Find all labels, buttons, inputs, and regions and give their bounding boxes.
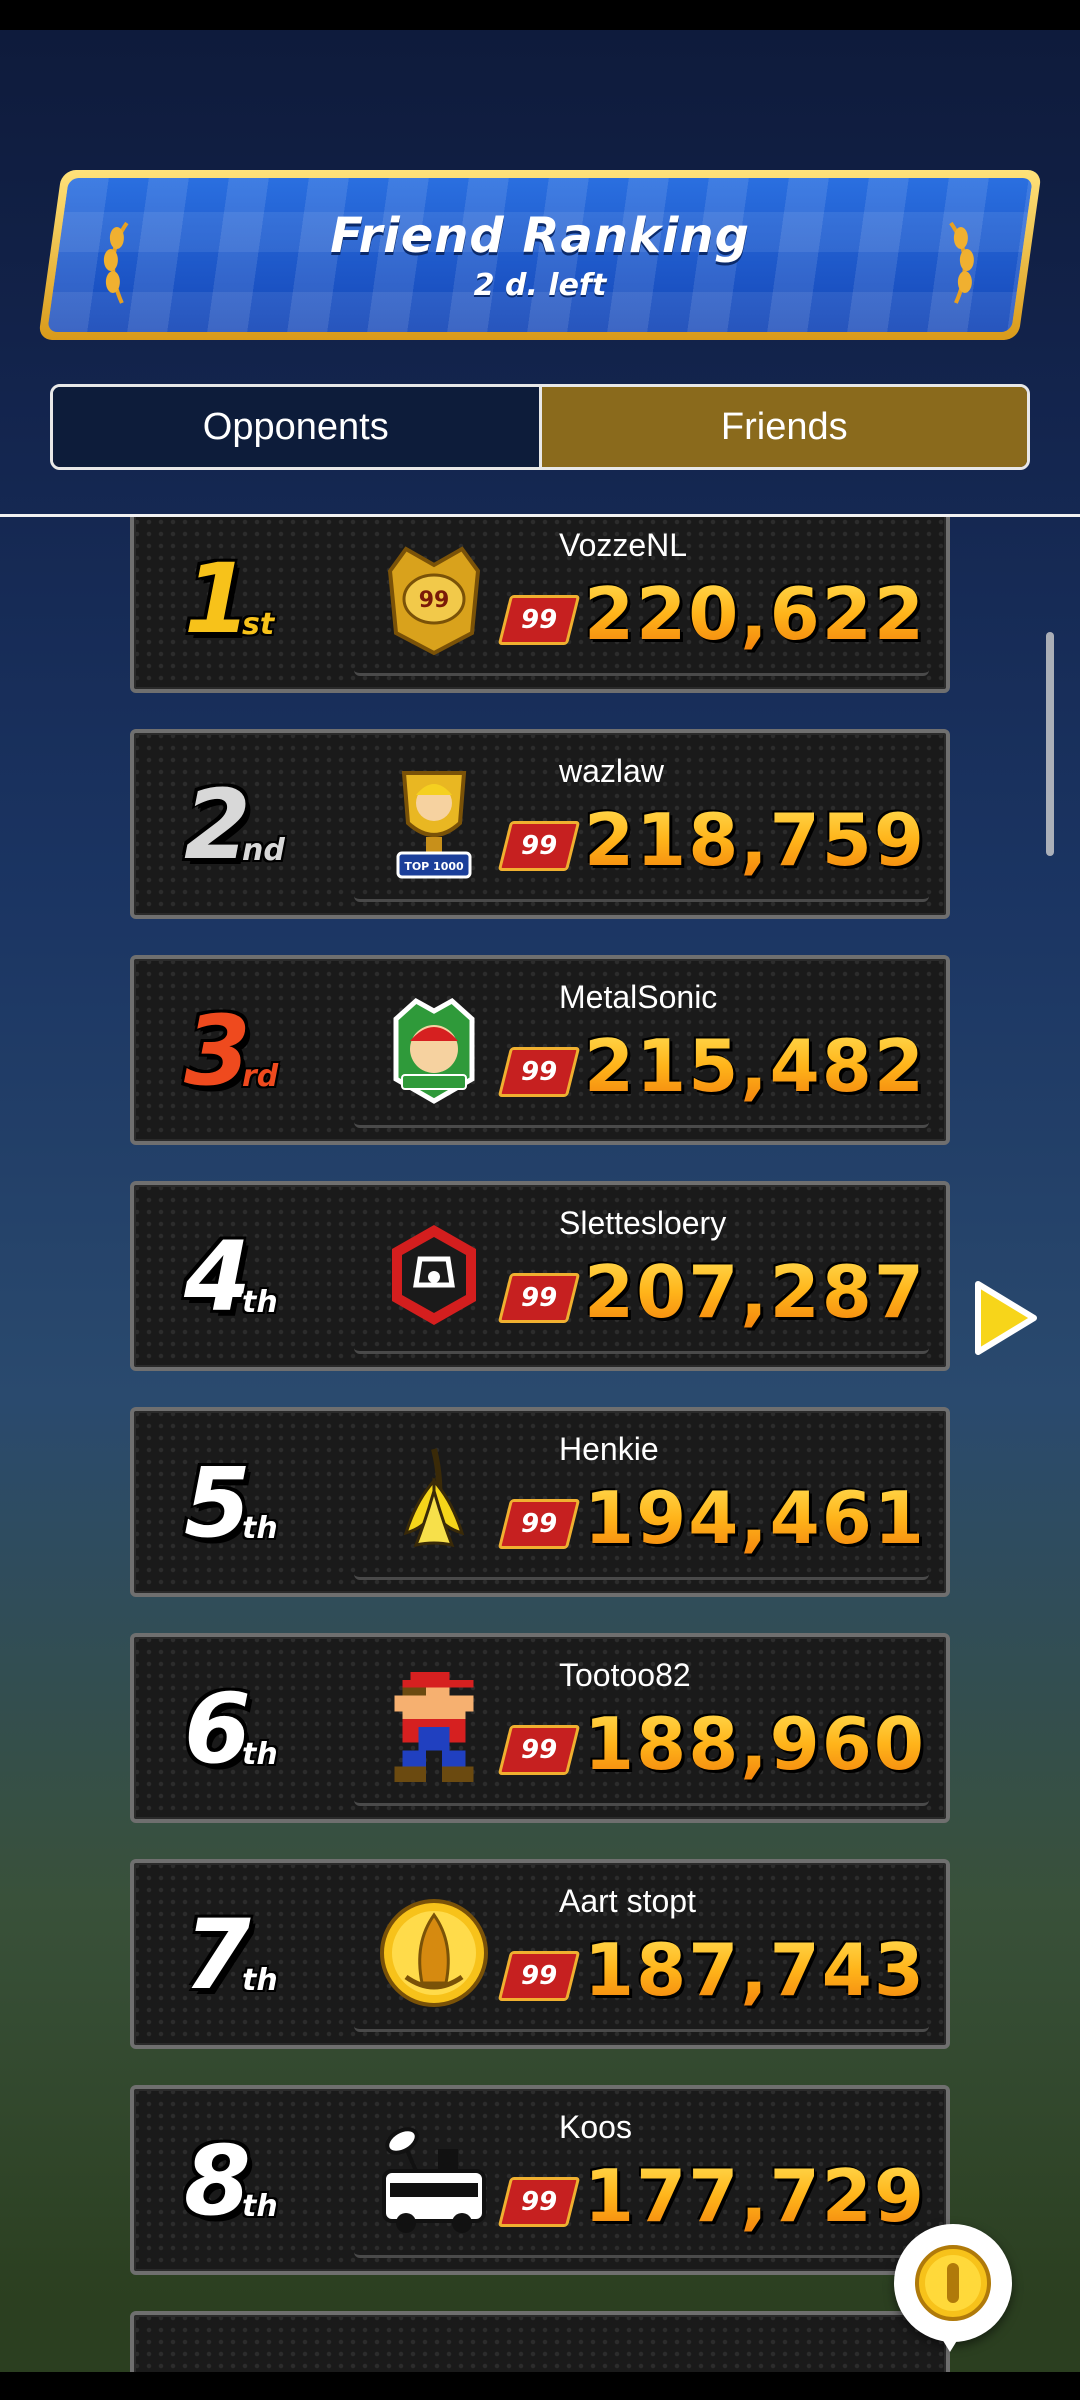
player-name: Koos [559,2109,632,2145]
ranking-row[interactable]: 2 nd TOP 1000 wazlaw 99 218,759 [130,729,950,919]
mario-emblem-badge-icon [374,987,494,1111]
score: 207,287 [584,1247,926,1337]
rank-label: 2 nd [184,769,285,881]
status-bar [0,0,1080,30]
top-1000-trophy-icon: TOP 1000 [374,761,494,885]
level-badge: 99 [497,1725,581,1775]
news-van-icon [374,2117,494,2241]
ranking-list[interactable]: 1 st 99 VozzeNL 99 220,622 2 nd TOP 1000… [0,517,1080,2372]
ranking-row[interactable]: 7 th Aart stopt 99 187,743 [130,1859,950,2049]
coin-button[interactable] [894,2224,1012,2342]
player-name: Henkie [559,1431,659,1467]
rank-label: 6 th [184,1673,278,1785]
ranking-row[interactable]: 8 th Koos 99 177,729 [130,2085,950,2275]
score: 194,461 [584,1473,926,1563]
player-name: wazlaw [559,753,664,789]
coin-bubble-tail [934,2326,966,2352]
player-name: Aart stopt [559,1883,696,1919]
ranking-row[interactable]: 1 st 99 VozzeNL 99 220,622 [130,517,950,693]
page-title: Friend Ranking [330,207,750,264]
level-badge: 99 [497,2177,581,2227]
rank-label: 8 th [184,2125,278,2237]
ranking-row[interactable]: 3 rd MetalSonic 99 215,482 [130,955,950,1145]
level-badge: 99 [497,1047,581,1097]
rank-label: 3 rd [184,995,279,1107]
player-name: VozzeNL [559,527,688,563]
ranking-tabs: Opponents Friends [50,384,1030,470]
ranking-row[interactable]: 5 th Henkie 99 194,461 [130,1407,950,1597]
ranking-row[interactable]: 4 th Slettesloery 99 207,287 [130,1181,950,1371]
gold-coin-emblem-icon [374,1891,494,2015]
pixel-mario-icon [374,1665,494,1789]
score: 215,482 [584,1021,926,1111]
score: 218,759 [584,795,926,885]
level-badge: 99 [497,1951,581,2001]
player-name: MetalSonic [559,979,718,1015]
level-badge: 99 [497,595,581,645]
hexagon-kart-emblem-icon [374,1213,494,1337]
next-arrow-icon[interactable] [972,1280,1038,1356]
player-name: Slettesloery [559,1205,727,1241]
rank-label: 4 th [184,1221,278,1333]
player-name: Tootoo82 [559,1657,691,1693]
rank-label: 5 th [184,1447,278,1559]
navigation-bar [0,2372,1080,2400]
coin-icon [915,2245,991,2321]
tab-opponents[interactable]: Opponents [53,387,542,467]
ranking-row[interactable]: 6 th Tootoo82 99 188,960 [130,1633,950,1823]
level-badge: 99 [497,1499,581,1549]
svg-text:99: 99 [419,588,450,613]
svg-text:TOP 1000: TOP 1000 [404,860,464,873]
ranking-banner: Friend Ranking 2 d. left [38,170,1042,340]
time-left: 2 d. left [473,267,607,303]
score: 187,743 [584,1925,926,2015]
score: 177,729 [584,2151,926,2241]
scrollbar[interactable] [1046,632,1054,856]
gold-crown-badge-icon: 99 [374,535,494,659]
tab-friends[interactable]: Friends [541,387,1027,467]
score: 220,622 [584,569,926,659]
rank-label: 1 st [184,543,275,655]
banana-peel-icon [374,1439,494,1563]
level-badge: 99 [497,821,581,871]
level-badge: 99 [497,1273,581,1323]
ranking-row[interactable] [130,2311,950,2372]
rank-label: 7 th [184,1899,278,2011]
score: 188,960 [584,1699,926,1789]
